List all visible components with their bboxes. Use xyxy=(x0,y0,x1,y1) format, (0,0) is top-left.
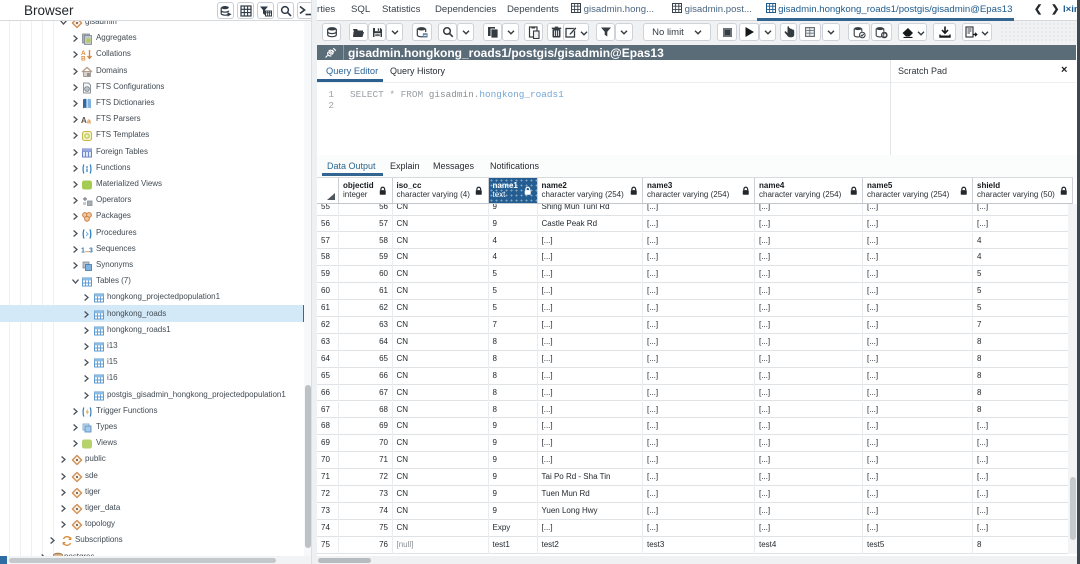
svg-text:1: 1 xyxy=(81,247,85,254)
svg-text:3: 3 xyxy=(89,247,93,254)
svg-text:B: B xyxy=(81,56,86,62)
svg-text:a: a xyxy=(87,119,91,126)
